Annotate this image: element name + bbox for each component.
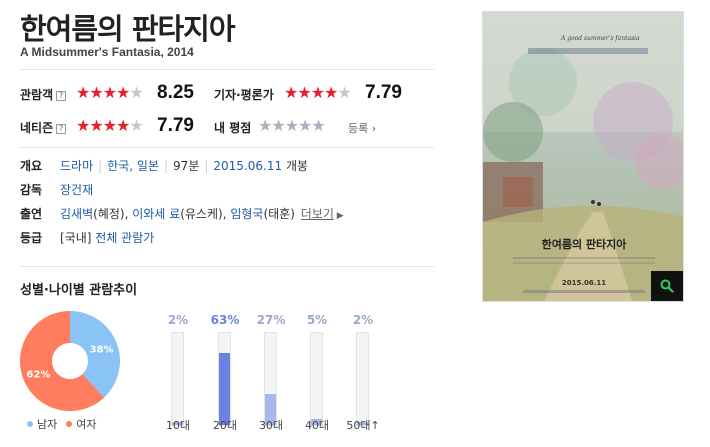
star-icon: ★ — [76, 116, 90, 135]
star-icon: ★ — [129, 83, 143, 102]
critics-score: 7.79 — [365, 82, 402, 103]
critics-stars: ★★★★★ — [284, 83, 352, 102]
bar-category-label: 10대 — [165, 419, 191, 432]
bar-fill — [219, 353, 230, 425]
bar-value-label: 63% — [210, 313, 240, 327]
star-icon: ★ — [116, 116, 130, 135]
register-rating-link[interactable]: 등록 › — [348, 120, 376, 136]
legend-dot-icon — [66, 421, 73, 427]
movie-poster[interactable]: A good summer's fantasia 한여름의 판타지아 2015.… — [482, 11, 684, 302]
runtime: 97분 — [173, 159, 200, 173]
star-icon: ★ — [284, 83, 298, 102]
actor-link-1[interactable]: 김새벽 — [60, 207, 93, 221]
divider — [20, 266, 434, 267]
my-rating-stars[interactable]: ★★★★★ — [258, 116, 326, 135]
bar-category-label: 30대 — [258, 419, 284, 432]
movie-title: 한여름의 판타지아 — [20, 12, 236, 46]
pie-legend-item: 여자 — [66, 418, 97, 431]
netizen-score: 7.79 — [157, 115, 194, 136]
grade-prefix: [국내] — [60, 231, 92, 245]
more-cast-link[interactable]: 더보기 — [301, 207, 334, 221]
rating-row-1: 관람객? ★★★★★ 8.25 기자·평론가 ★★★★★ 7.79 — [20, 82, 434, 106]
triangle-right-icon: ▶ — [333, 211, 344, 221]
grade-link[interactable]: 전체 관람가 — [95, 231, 154, 245]
poster-title: 한여름의 판타지아 — [542, 237, 628, 251]
star-icon: ★ — [297, 83, 311, 102]
chart-section-title: 성별·나이별 관람추이 — [20, 283, 138, 298]
poster-zoom-button[interactable] — [651, 271, 683, 301]
legend-label: 남자 — [37, 418, 58, 431]
star-icon: ★ — [129, 116, 143, 135]
actor-link-3[interactable]: 임형국 — [230, 207, 263, 221]
pie-value-label: 62% — [26, 370, 50, 381]
star-icon: ★ — [102, 83, 117, 102]
actor-role-3: (태훈) — [263, 207, 295, 221]
bar-value-label: 2% — [352, 313, 374, 327]
rating-row-2: 네티즌? ★★★★★ 7.79 내 평점 ★★★★★ 등록 › — [20, 115, 434, 139]
star-icon: ★ — [337, 83, 351, 102]
star-icon: ★ — [116, 83, 130, 102]
audience-stars: ★★★★★ — [76, 83, 144, 102]
movie-subtitle: A Midsummer's Fantasia, 2014 — [20, 45, 194, 59]
overview-value: 드라마 | 한국, 일본 | 97분 | 2015.06.11 개봉 — [60, 159, 309, 173]
cast-label: 출연 — [20, 207, 43, 221]
actor-link-2[interactable]: 이와세 료 — [132, 207, 180, 221]
bar-value-label: 27% — [256, 313, 286, 327]
actor-role-1: (혜정) — [93, 207, 125, 221]
director-link[interactable]: 장건재 — [60, 183, 93, 197]
bar-track — [310, 332, 323, 426]
bar-track — [218, 332, 231, 426]
audience-score: 8.25 — [157, 82, 194, 103]
overview-label: 개요 — [20, 159, 43, 173]
poster-date: 2015.06.11 — [562, 279, 606, 287]
bar-track — [264, 332, 277, 426]
poster-tagline: A good summer's fantasia — [560, 35, 640, 42]
pie-value-label: 38% — [90, 344, 114, 355]
chevron-right-icon: › — [368, 122, 377, 135]
bar-value-label: 2% — [167, 313, 189, 327]
genre-link[interactable]: 드라마 — [60, 159, 93, 173]
pie-legend: 남자 여자 — [27, 416, 106, 432]
gender-pie-chart: 38% 62% — [19, 311, 120, 411]
search-icon — [660, 279, 674, 293]
help-icon[interactable]: ? — [56, 124, 67, 134]
bar-category-label: 50대↑ — [346, 419, 380, 432]
bar-category-label: 20대 — [212, 419, 238, 432]
my-rating-label: 내 평점 — [214, 121, 252, 135]
star-icon[interactable]: ★ — [285, 116, 299, 135]
star-icon: ★ — [310, 83, 325, 102]
pie-legend-item: 남자 — [27, 418, 57, 431]
bar-value-label: 5% — [306, 313, 328, 327]
star-icon[interactable]: ★ — [298, 116, 312, 135]
help-icon[interactable]: ? — [56, 91, 67, 101]
netizen-stars: ★★★★★ — [76, 116, 144, 135]
netizen-rating-label: 네티즌? — [20, 119, 67, 136]
legend-dot-icon — [27, 421, 33, 427]
star-icon[interactable]: ★ — [311, 116, 325, 135]
star-icon: ★ — [76, 83, 90, 102]
actor-role-2: (유스케) — [180, 207, 223, 221]
critics-rating-label: 기자·평론가 — [214, 88, 274, 102]
star-icon: ★ — [102, 116, 117, 135]
bar-track — [171, 332, 184, 426]
star-icon: ★ — [89, 83, 103, 102]
release-suffix: 개봉 — [285, 159, 309, 173]
grade-label: 등급 — [20, 231, 43, 245]
audience-rating-label: 관람객? — [20, 86, 67, 103]
star-icon: ★ — [324, 83, 338, 102]
star-icon: ★ — [89, 116, 103, 135]
divider — [20, 147, 434, 148]
bar-category-label: 40대 — [304, 419, 330, 432]
country-link-2[interactable]: 일본 — [137, 159, 159, 173]
poster-image: A good summer's fantasia 한여름의 판타지아 2015.… — [483, 12, 683, 301]
star-icon[interactable]: ★ — [258, 116, 272, 135]
release-date-link[interactable]: 2015.06.11 — [213, 159, 282, 173]
pie-svg: 38% 62% — [19, 311, 120, 411]
star-icon[interactable]: ★ — [271, 116, 285, 135]
divider — [20, 69, 434, 70]
director-label: 감독 — [20, 183, 43, 197]
country-link-1[interactable]: 한국 — [107, 159, 129, 173]
legend-label: 여자 — [76, 418, 97, 431]
bar-track — [356, 332, 369, 426]
